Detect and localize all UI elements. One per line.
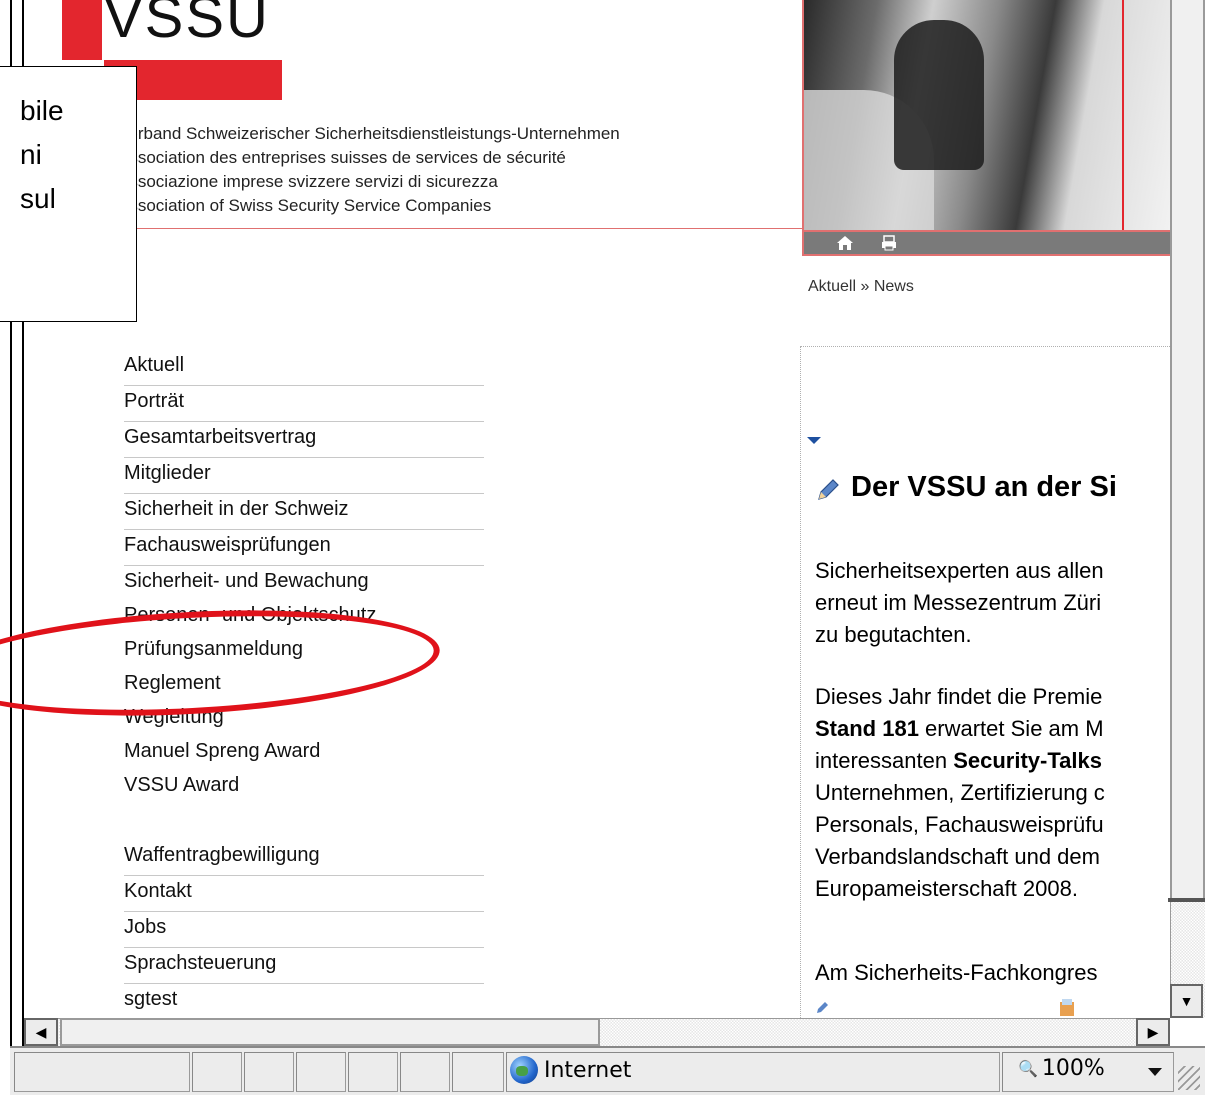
nav-item-kontakt[interactable]: Kontakt [124,876,484,912]
association-name-de: Verband Schweizerischer Sicherheitsdiens… [118,124,620,143]
vertical-scrollbar-thumb-edge [1168,898,1205,902]
paragraph-line: erneut im Messezentrum Züri [815,590,1102,615]
status-bar: Internet 🔍 100% [10,1046,1205,1095]
content-panel: Der VSSU an der Si Sicherheitsexperten a… [800,346,1172,1026]
paragraph-line: Europameisterschaft 2008. [815,876,1078,901]
scroll-down-icon[interactable]: ▼ [1170,984,1203,1018]
nav-item-vssu-award[interactable]: VSSU Award [124,770,484,804]
status-cell [452,1052,504,1092]
paragraph-line: interessanten Security-Talks [815,745,1105,777]
paragraph-line: Verbandslandschaft und dem [815,844,1100,869]
collapse-arrow-icon[interactable] [807,437,821,444]
browser-window: VSSU Verband Schweizerischer Sicherheits… [0,0,1205,1095]
paragraph-line: Unternehmen, Zertifizierung c [815,780,1105,805]
nav-item-sgtest[interactable]: sgtest [124,984,484,1018]
zoom-label: 100% [1041,1056,1105,1081]
nav-item-aktuell[interactable]: Aktuell [124,350,484,386]
print-icon[interactable] [878,234,900,254]
callout-line: ni [20,139,42,170]
main-navigation: Aktuell Porträt Gesamtarbeitsvertrag Mit… [124,350,484,804]
article-title[interactable]: Der VSSU an der Si [815,471,1117,504]
paragraph-text: erwartet Sie am M [918,716,1104,741]
zone-label: Internet [544,1057,632,1083]
association-name-it: Associazione imprese svizzere servizi di… [118,172,498,191]
home-icon[interactable] [834,234,856,254]
scroll-right-icon[interactable]: ▶ [1136,1018,1170,1046]
nav-item-sicherheit-schweiz[interactable]: Sicherheit in der Schweiz [124,494,484,530]
nav-item-mitglieder[interactable]: Mitglieder [124,458,484,494]
paragraph-line: Dieses Jahr findet die Premie [815,684,1103,709]
paragraph-line: Sicherheitsexperten aus allen [815,558,1104,583]
photo-person [894,20,984,170]
callout-line: bile [20,95,64,126]
secondary-navigation: Waffentragbewilligung Kontakt Jobs Sprac… [124,840,484,1018]
article-paragraph: Dieses Jahr findet die Premie Stand 181 … [815,681,1105,905]
edit-icon[interactable] [815,1001,829,1015]
paragraph-line: zu begutachten. [815,622,972,647]
status-cell [400,1052,450,1092]
resize-grip-icon[interactable] [1178,1066,1200,1090]
bold-text: Security-Talks [953,748,1102,773]
image-icon [1060,999,1074,1016]
nav-item-waffentragbewilligung[interactable]: Waffentragbewilligung [124,840,484,876]
association-name-fr: Association des entreprises suisses de s… [118,148,566,167]
paragraph-text: interessanten [815,748,954,773]
header-divider [24,228,804,229]
nav-item-jobs[interactable]: Jobs [124,912,484,948]
chevron-down-icon[interactable] [1148,1068,1162,1076]
breadcrumb[interactable]: Aktuell » News [808,278,914,296]
logo-red-block [62,0,102,60]
callout-line: sul [20,183,56,214]
vertical-scrollbar-thumb[interactable] [1170,0,1205,900]
photo-red-line [1122,0,1124,230]
nav-item-portraet[interactable]: Porträt [124,386,484,422]
status-cell [14,1052,190,1092]
zoom-level[interactable]: 🔍 100% [1018,1056,1105,1081]
nav-item-fachausweispruefungen[interactable]: Fachausweisprüfungen [124,530,484,566]
scroll-left-icon[interactable]: ◀ [24,1018,58,1046]
nav-subitem-sicherheit-bewachung[interactable]: Sicherheit- und Bewachung [124,566,484,600]
paragraph-line: Stand 181 erwartet Sie am M [815,713,1105,745]
nav-item-sprachsteuerung[interactable]: Sprachsteuerung [124,948,484,984]
status-cell [244,1052,294,1092]
paragraph-line: Personals, Fachausweisprüfu [815,812,1104,837]
status-cell [192,1052,242,1092]
bold-text: Stand 181 [815,716,919,741]
association-names: Verband Schweizerischer Sicherheitsdiens… [118,122,620,218]
article-paragraph: Sicherheitsexperten aus allen erneut im … [815,555,1104,651]
callout-box: bile ni sul [0,66,137,322]
article-paragraph: Am Sicherheits-Fachkongres [815,960,1098,985]
header-icon-bar [802,232,1170,256]
logo-text[interactable]: VSSU [104,0,270,51]
status-cell [348,1052,398,1092]
horizontal-scrollbar-thumb[interactable] [60,1018,600,1046]
header-photo [802,0,1170,232]
zoom-icon: 🔍 [1018,1059,1038,1078]
association-name-en: Association of Swiss Security Service Co… [118,196,492,215]
nav-item-manuel-spreng-award[interactable]: Manuel Spreng Award [124,736,484,770]
security-zone[interactable]: Internet [510,1056,631,1084]
globe-icon [510,1056,538,1084]
status-cell [296,1052,346,1092]
nav-item-gesamtarbeitsvertrag[interactable]: Gesamtarbeitsvertrag [124,422,484,458]
article-title-text: Der VSSU an der Si [851,471,1117,503]
